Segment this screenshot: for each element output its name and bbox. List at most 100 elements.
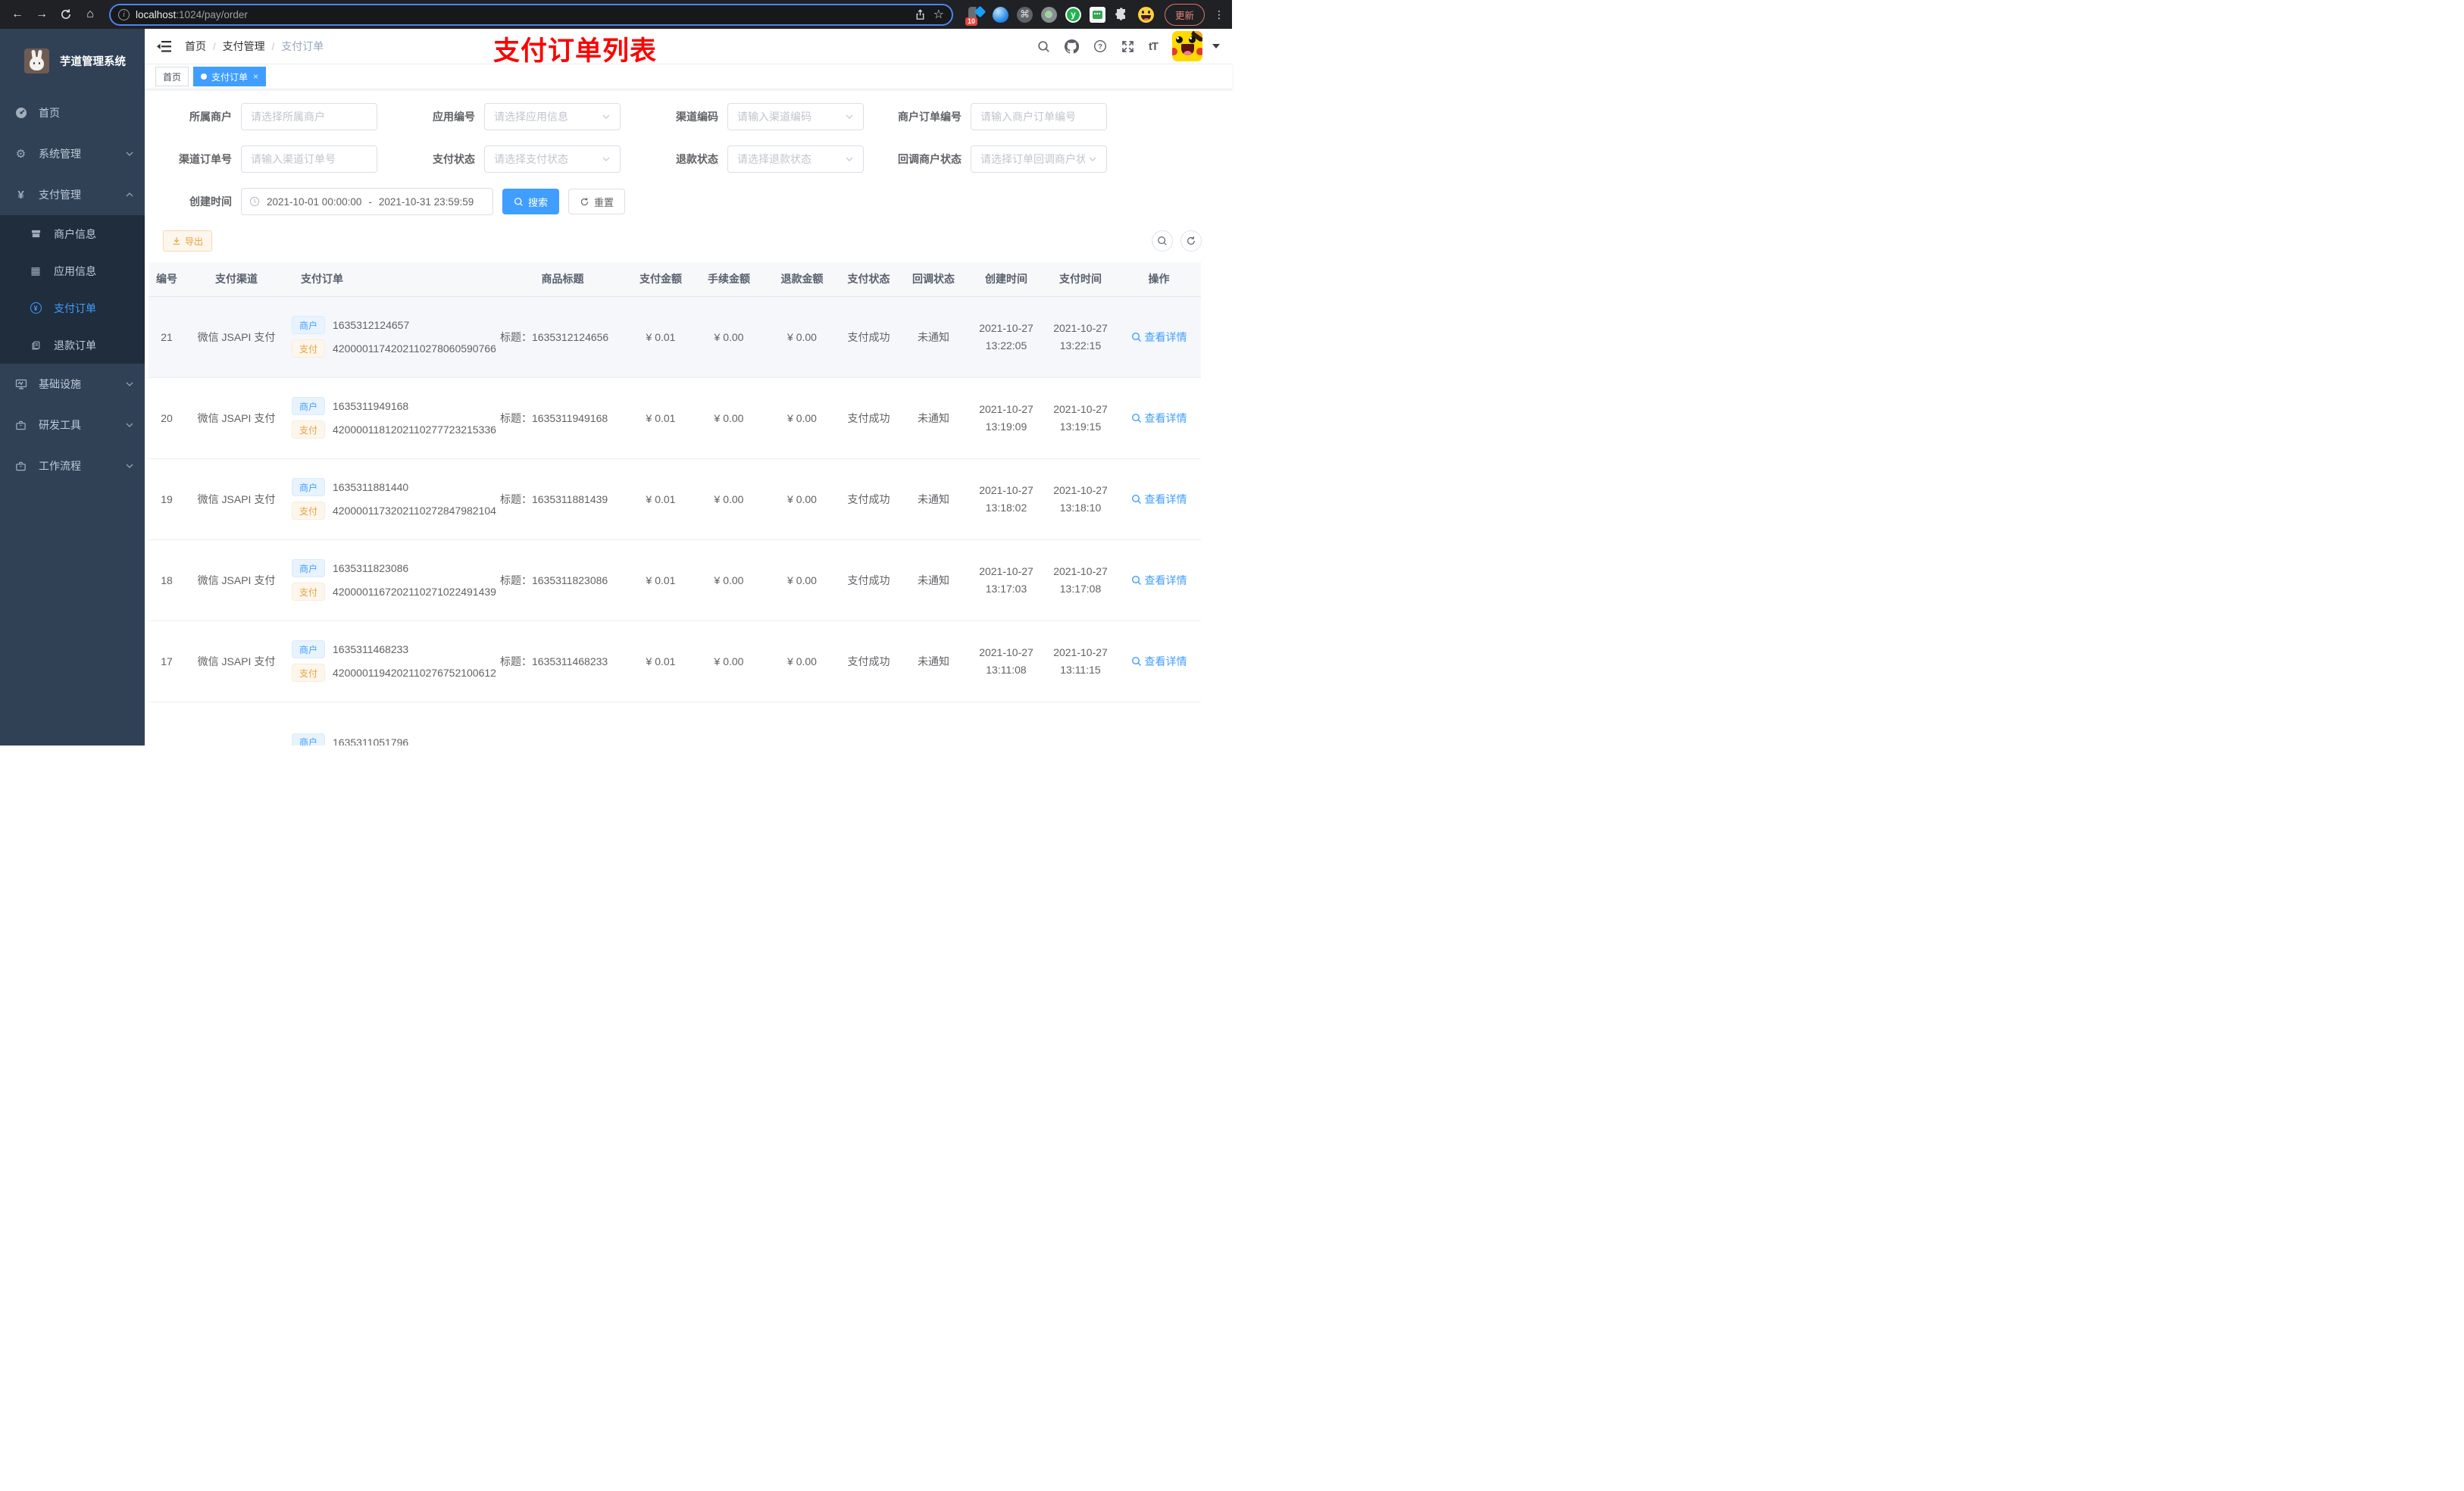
filter-pay-status: 支付状态 请选择支付状态 [406, 145, 621, 173]
cell-empty [968, 702, 1044, 746]
sidebar-item-home[interactable]: 首页 [0, 92, 145, 133]
filter-label: 渠道订单号 [179, 153, 232, 165]
extension-icon-balloon[interactable] [992, 6, 1008, 23]
github-icon[interactable] [1064, 39, 1079, 54]
date-range-input[interactable]: 2021-10-01 00:00:00 - 2021-10-31 23:59:5… [241, 188, 493, 215]
channel-order-no-input[interactable] [241, 145, 377, 173]
extension-icon-emoji[interactable] [1137, 6, 1154, 23]
close-icon[interactable]: × [253, 71, 258, 82]
sidebar-item-pay-order[interactable]: ¥ 支付订单 [0, 289, 145, 327]
sidebar-item-system[interactable]: ⚙ 系统管理 [0, 133, 145, 174]
extension-icon-tags[interactable]: 10 [965, 5, 987, 26]
back-button[interactable]: ← [8, 5, 27, 24]
site-info-icon[interactable]: i [118, 8, 130, 20]
tab-pay-order[interactable]: 支付订单 × [193, 67, 267, 86]
hide-search-button[interactable] [1152, 230, 1173, 252]
cell-channel [185, 702, 288, 746]
sidebar-item-label: 支付订单 [54, 302, 96, 314]
search-icon[interactable] [1037, 40, 1050, 53]
cell-pay-order: 商户 1635311949168 支付 42000011812021102777232… [288, 377, 496, 459]
address-bar[interactable]: i localhost:1024/pay/order ☆ [109, 3, 953, 26]
cell-paid-time: 2021-10-27 13:22:15 [1044, 296, 1117, 378]
order-line: 商户 1635311051796 [292, 733, 493, 746]
help-icon[interactable]: ? [1093, 39, 1107, 53]
reload-button[interactable] [56, 5, 76, 24]
extensions-puzzle-icon[interactable] [1114, 7, 1130, 23]
extension-icon-recorder[interactable] [1040, 6, 1057, 23]
sidebar-item-workflow[interactable]: 工作流程 [0, 445, 145, 486]
filter-label: 商户订单编号 [898, 111, 962, 123]
browser-update-button[interactable]: 更新 [1164, 3, 1205, 26]
refresh-icon [580, 197, 589, 205]
cell-amount: ¥ 0.01 [629, 620, 693, 702]
refresh-table-button[interactable] [1180, 230, 1202, 252]
browser-toolbar: ← → ⌂ i localhost:1024/pay/order ☆ 10 ⌘ … [0, 0, 1232, 29]
extension-icon-y[interactable]: y [1065, 6, 1081, 23]
share-icon[interactable] [915, 8, 926, 20]
reload-icon [61, 9, 70, 19]
order-number: 4200001173202110272847982104 [333, 505, 496, 517]
cell-id [149, 702, 185, 746]
bookmark-star-icon[interactable]: ☆ [933, 7, 944, 22]
pay-status-select[interactable]: 请选择支付状态 [484, 145, 621, 173]
cell-notify-status: 未通知 [899, 539, 968, 621]
cell-id: 18 [149, 539, 185, 621]
cell-paid-time: 2021-10-27 13:19:15 [1044, 377, 1117, 459]
gear-icon: ⚙ [15, 148, 27, 161]
view-detail-link[interactable]: 查看详情 [1131, 654, 1187, 669]
view-detail-link[interactable]: 查看详情 [1131, 573, 1187, 588]
fullscreen-icon[interactable] [1121, 40, 1134, 53]
home-button[interactable]: ⌂ [80, 5, 100, 24]
cell-empty [1117, 702, 1201, 746]
channel-code-select[interactable]: 请输入渠道编码 [727, 103, 864, 130]
refund-status-select[interactable]: 请选择退款状态 [727, 145, 864, 173]
sidebar-item-devtools[interactable]: 研发工具 [0, 405, 145, 445]
breadcrumb-home[interactable]: 首页 [185, 39, 206, 54]
extensions-area: 10 ⌘ y [965, 5, 1154, 26]
sidebar-item-app-info[interactable]: ▦ 应用信息 [0, 252, 145, 289]
merchant-tag: 商户 [292, 733, 326, 746]
merchant-tag: 商户 [292, 397, 326, 415]
app-select[interactable]: 请选择应用信息 [484, 103, 621, 130]
cell-created-time: 2021-10-27 13:18:02 [968, 458, 1044, 540]
cell-title: 标题：1635311468233 [496, 620, 629, 702]
cell-pay-status: 支付成功 [839, 296, 899, 378]
font-size-icon[interactable]: tT [1149, 40, 1159, 53]
tab-home[interactable]: 首页 [155, 67, 189, 86]
user-avatar[interactable] [1172, 31, 1202, 61]
view-detail-link[interactable]: 查看详情 [1131, 330, 1187, 345]
pay-tag: 支付 [292, 502, 326, 520]
date-end: 2021-10-31 23:59:59 [378, 195, 474, 208]
forward-button[interactable]: → [32, 5, 52, 24]
menu-fold-icon[interactable] [157, 40, 172, 53]
view-detail-link[interactable]: 查看详情 [1131, 492, 1187, 507]
search-button[interactable]: 搜索 [502, 189, 560, 214]
merchant-order-no-input[interactable] [971, 103, 1107, 130]
user-caret-icon[interactable] [1212, 44, 1220, 48]
filter-label: 回调商户状态 [898, 153, 962, 165]
order-number: 4200001194202110276752100612 [333, 667, 496, 679]
cell-notify-status: 未通知 [899, 296, 968, 378]
view-detail-link[interactable]: 查看详情 [1131, 411, 1187, 426]
extension-icon-chat[interactable] [1089, 6, 1105, 23]
cell-empty [693, 702, 765, 746]
yen-icon: ¥ [17, 188, 24, 202]
export-button[interactable]: 导出 [163, 230, 213, 252]
extension-icon-command[interactable]: ⌘ [1016, 6, 1033, 23]
cell-empty [899, 702, 968, 746]
search-icon [1131, 494, 1141, 504]
search-icon [1131, 575, 1141, 585]
sidebar-item-pay[interactable]: ¥ 支付管理 [0, 174, 145, 215]
merchant-input[interactable] [241, 103, 377, 130]
notify-status-select[interactable]: 请选择订单回调商户状态 [971, 145, 1107, 173]
reset-button[interactable]: 重置 [568, 189, 626, 214]
cell-action: 查看详情 [1117, 458, 1201, 540]
breadcrumb-pay[interactable]: 支付管理 [223, 39, 265, 54]
cell-refund: ¥ 0.00 [765, 296, 839, 378]
sidebar-item-merchant-info[interactable]: 商户信息 [0, 215, 145, 252]
column-header: 支付状态 [839, 262, 899, 297]
sidebar-item-infra[interactable]: 基础设施 [0, 364, 145, 405]
column-header: 退款金额 [765, 262, 839, 297]
browser-menu-icon[interactable]: ⋮ [1214, 8, 1224, 21]
sidebar-item-refund-order[interactable]: 退款订单 [0, 327, 145, 364]
